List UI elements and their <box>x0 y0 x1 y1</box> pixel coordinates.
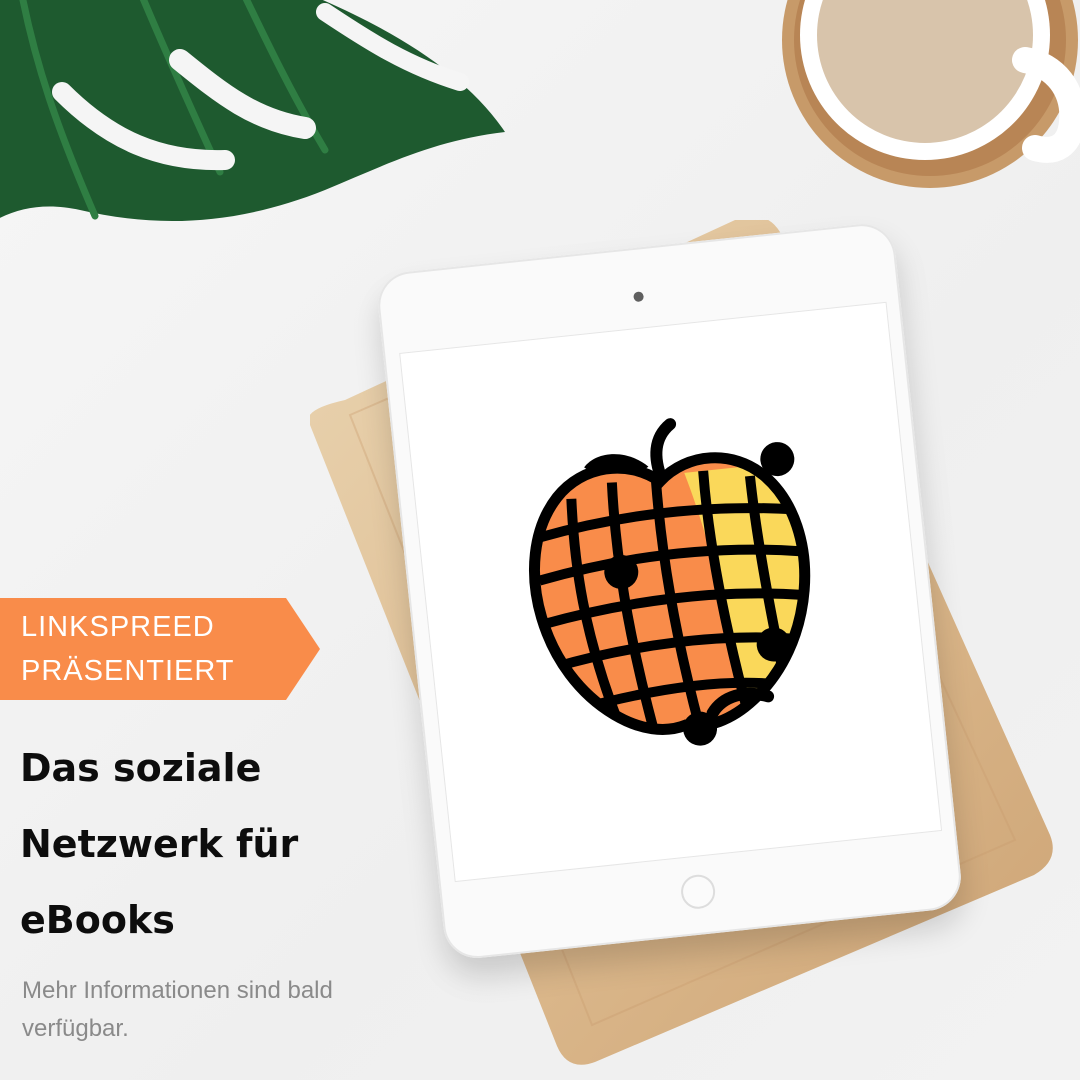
tablet-device <box>345 216 1015 975</box>
availability-text: Mehr Informationen sind bald verfügbar. <box>22 977 333 1042</box>
tablet-screen <box>399 301 943 883</box>
headline-line-3: eBooks <box>20 898 175 942</box>
ribbon-line-2: PRÄSENTIERT <box>21 655 235 687</box>
camera-icon <box>633 291 645 303</box>
headline-line-2: Netzwerk für <box>20 822 299 866</box>
coffee-cup-icon <box>782 0 1080 188</box>
apple-network-logo-icon <box>523 418 821 746</box>
ribbon-line-1: LINKSPREED <box>21 611 215 643</box>
tablet-body <box>374 220 965 962</box>
headline-line-1: Das soziale <box>20 746 262 790</box>
home-button[interactable] <box>679 873 717 911</box>
